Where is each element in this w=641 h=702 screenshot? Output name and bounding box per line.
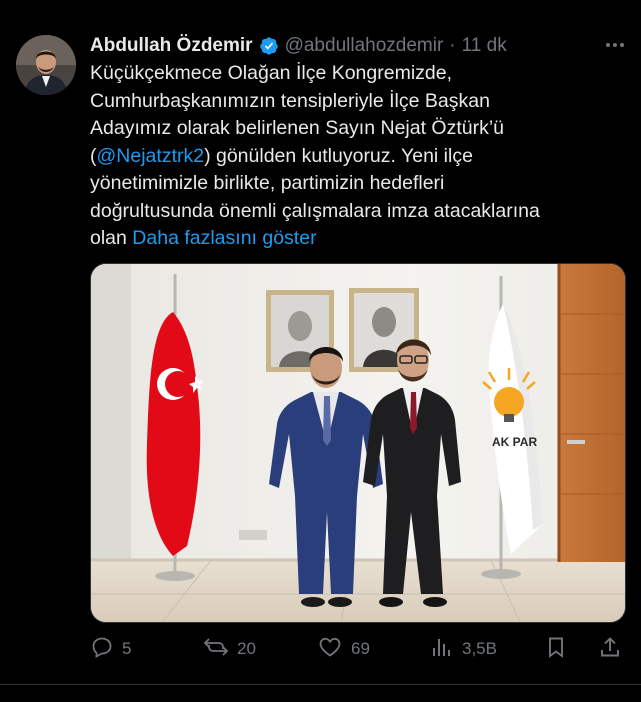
- tweet-photo[interactable]: AK PAR: [90, 263, 626, 623]
- tweet-text-fragment: olan: [90, 227, 127, 249]
- bookmark-icon: [544, 635, 576, 664]
- repost-button[interactable]: 20: [203, 635, 256, 664]
- reply-button[interactable]: 5: [90, 635, 131, 664]
- like-icon: [317, 635, 351, 664]
- tweet-text-line: doğrultusunda önemli çalışmalara imza at…: [90, 199, 540, 222]
- repost-icon: [203, 635, 237, 664]
- tweet-text-fragment: ) gönülden kutluyoruz. Yeni ilçe: [204, 144, 473, 167]
- mention-link[interactable]: @Nejatztrk2: [97, 145, 205, 167]
- share-icon: [598, 635, 630, 664]
- views-button[interactable]: 3,5B: [430, 635, 497, 664]
- separator-dot: ·: [449, 35, 456, 56]
- tweet-text-line: yönetimimizle birlikte, partimizin hedef…: [90, 172, 445, 194]
- bookmark-button[interactable]: [544, 635, 576, 664]
- tweet-text-line: (@Nejatztrk2) gönülden kutluyoruz. Yeni …: [90, 143, 630, 171]
- tweet-actions: 5 20 69 3,5B: [90, 632, 626, 666]
- like-count: 69: [351, 639, 370, 658]
- tweet: Abdullah Özdemir @abdullahozdemir · 11 d…: [0, 0, 641, 702]
- tweet-divider: [0, 684, 641, 685]
- tweet-text-line: Cumhurbaşkanımızın tensipleriyle İlçe Ba…: [90, 89, 490, 112]
- more-icon[interactable]: [603, 33, 627, 63]
- author-handle[interactable]: @abdullahozdemir: [285, 35, 444, 57]
- reply-icon: [90, 635, 122, 664]
- repost-count: 20: [237, 639, 256, 658]
- timestamp[interactable]: 11 dk: [462, 35, 507, 57]
- author-name[interactable]: Abdullah Özdemir: [90, 35, 253, 57]
- share-button[interactable]: [598, 635, 630, 664]
- show-more-link[interactable]: Daha fazlasını göster: [132, 227, 316, 249]
- tweet-text: Küçükçekmece Olağan İlçe Kongremizde, Cu…: [90, 60, 630, 253]
- tweet-text-line: Küçükçekmece Olağan İlçe Kongremizde,: [90, 62, 453, 84]
- tweet-header: Abdullah Özdemir @abdullahozdemir · 11 d…: [90, 31, 627, 61]
- tweet-text-line: Adayımız olarak belirlenen Sayın Nejat Ö…: [90, 117, 505, 139]
- reply-count: 5: [122, 639, 132, 658]
- views-icon: [430, 635, 462, 664]
- flag-text: AK PAR: [492, 435, 537, 449]
- verified-icon: [259, 36, 279, 56]
- tweet-text-line: olan Daha fazlasını göster: [90, 225, 630, 253]
- avatar[interactable]: [16, 35, 76, 95]
- views-count: 3,5B: [462, 639, 497, 658]
- like-button[interactable]: 69: [317, 635, 370, 664]
